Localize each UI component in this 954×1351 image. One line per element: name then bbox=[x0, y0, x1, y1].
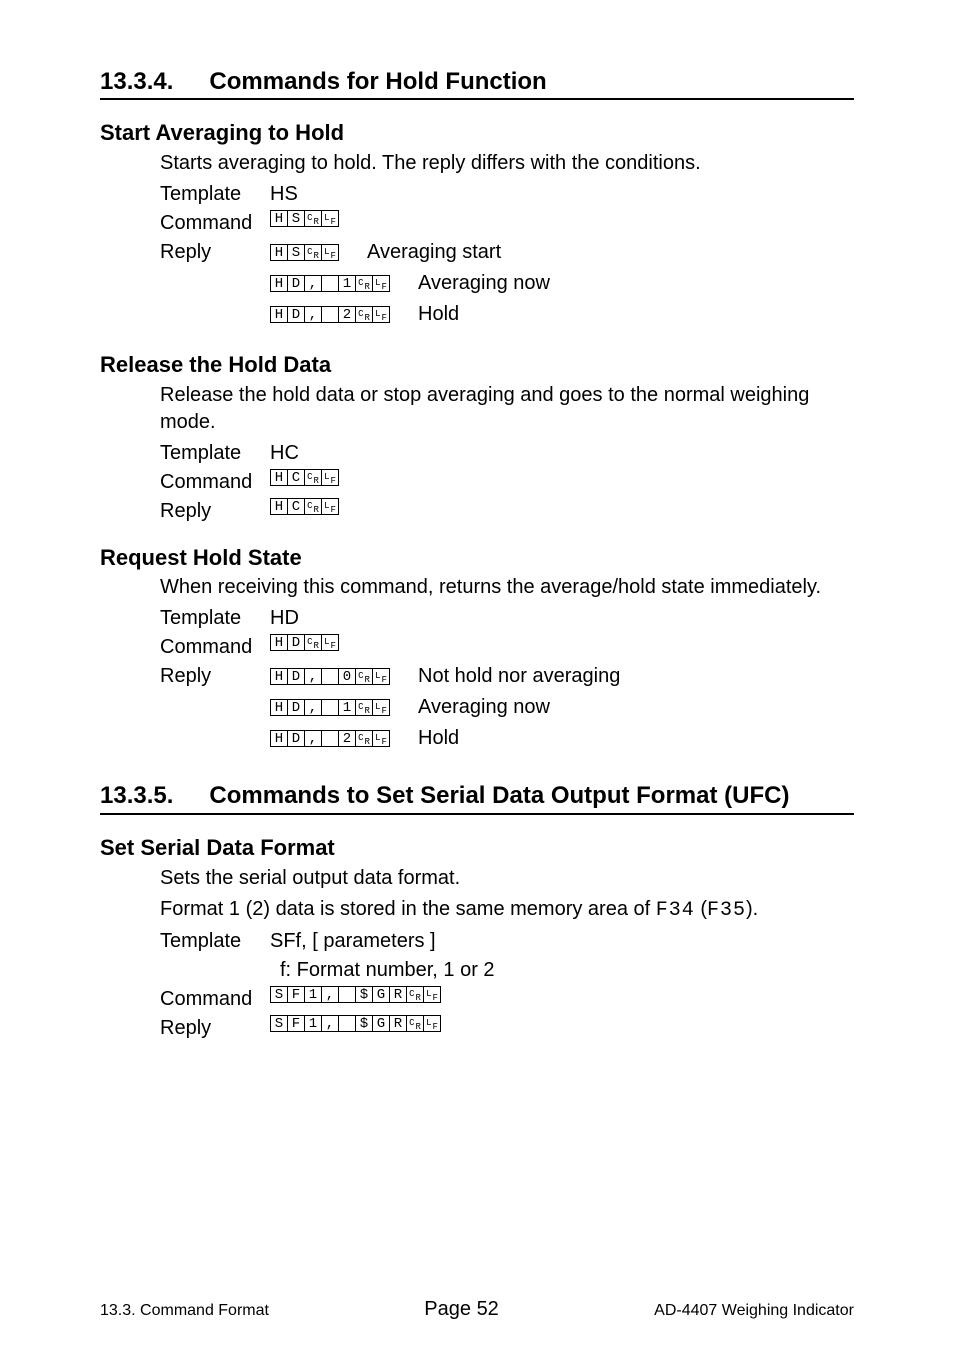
command-hc: HCCRLF bbox=[270, 469, 339, 486]
sub-request-hold-desc: When receiving this command, returns the… bbox=[160, 574, 854, 601]
template-row: Template HD bbox=[160, 605, 854, 632]
command-row: Command HCCRLF bbox=[160, 469, 854, 496]
sub-release-hold-desc: Release the hold data or stop averaging … bbox=[160, 382, 854, 436]
reply-hd1: HD, 1CRLF bbox=[270, 275, 390, 292]
command-label: Command bbox=[160, 469, 270, 496]
command-row: Command SF1, $GRCRLF bbox=[160, 986, 854, 1013]
footer-right: AD-4407 Weighing Indicator bbox=[654, 1300, 854, 1322]
command-sf1: SF1, $GRCRLF bbox=[270, 986, 441, 1003]
reply-hs: HSCRLF bbox=[270, 244, 339, 261]
reply-sf1: SF1, $GRCRLF bbox=[270, 1015, 441, 1032]
command-label: Command bbox=[160, 986, 270, 1013]
f35-code: F35 bbox=[707, 897, 746, 924]
section-13-3-4-head: 13.3.4. Commands for Hold Function bbox=[100, 66, 854, 100]
sub-request-hold-head: Request Hold State bbox=[100, 543, 854, 573]
command-label: Command bbox=[160, 634, 270, 661]
reply-hc: HCCRLF bbox=[270, 498, 339, 515]
footer-left: 13.3. Command Format bbox=[100, 1300, 269, 1322]
template-label: Template bbox=[160, 928, 270, 955]
sub-set-serial-desc2: Format 1 (2) data is stored in the same … bbox=[160, 896, 854, 924]
reply-note: Not hold nor averaging bbox=[418, 663, 620, 690]
template-note: f: Format number, 1 or 2 bbox=[280, 957, 495, 984]
command-label: Command bbox=[160, 210, 270, 237]
template-row: Template HC bbox=[160, 440, 854, 467]
command-hd: HDCRLF bbox=[270, 634, 339, 651]
reply-row: Reply HCCRLF bbox=[160, 498, 854, 525]
command-hs: HSCRLF bbox=[270, 210, 339, 227]
footer-page: Page 52 bbox=[424, 1296, 499, 1323]
template-label: Template bbox=[160, 181, 270, 208]
reply-note: Averaging now bbox=[418, 270, 550, 297]
section-13-3-5-head: 13.3.5. Commands to Set Serial Data Outp… bbox=[100, 780, 854, 814]
reply-label: Reply bbox=[160, 498, 270, 525]
template-label: Template bbox=[160, 605, 270, 632]
desc2-b: ( bbox=[695, 898, 707, 920]
template-row: Template HS bbox=[160, 181, 854, 208]
reply-label: Reply bbox=[160, 1015, 270, 1042]
section-title: Commands to Set Serial Data Output Forma… bbox=[209, 780, 789, 812]
reply-label: Reply bbox=[160, 239, 270, 266]
sub-start-averaging-head: Start Averaging to Hold bbox=[100, 118, 854, 148]
reply-note: Hold bbox=[418, 301, 459, 328]
reply-label: Reply bbox=[160, 663, 270, 690]
template-note-row: f: Format number, 1 or 2 bbox=[160, 957, 854, 984]
reply-hd0: HD, 0CRLF bbox=[270, 668, 390, 685]
template-label: Template bbox=[160, 440, 270, 467]
template-value: HD bbox=[270, 605, 299, 632]
reply-note: Averaging start bbox=[367, 239, 501, 266]
reply-hd2: HD, 2CRLF bbox=[270, 306, 390, 323]
sub-start-averaging-desc: Starts averaging to hold. The reply diff… bbox=[160, 150, 854, 177]
reply-row: Reply HSCRLF Averaging start HD, 1CRLF A… bbox=[160, 239, 854, 332]
template-value: SFf, [ parameters ] bbox=[270, 928, 436, 955]
page-footer: 13.3. Command Format Page 52 AD-4407 Wei… bbox=[100, 1296, 854, 1323]
reply-note: Hold bbox=[418, 725, 459, 752]
template-row: Template SFf, [ parameters ] bbox=[160, 928, 854, 955]
f34-code: F34 bbox=[656, 897, 695, 924]
reply-hd1: HD, 1CRLF bbox=[270, 699, 390, 716]
reply-hd2: HD, 2CRLF bbox=[270, 730, 390, 747]
desc2-c: ). bbox=[746, 898, 758, 920]
sub-release-hold-head: Release the Hold Data bbox=[100, 350, 854, 380]
reply-row: Reply SF1, $GRCRLF bbox=[160, 1015, 854, 1042]
section-title: Commands for Hold Function bbox=[209, 66, 546, 98]
section-number: 13.3.5. bbox=[100, 780, 173, 812]
template-value: HS bbox=[270, 181, 298, 208]
section-number: 13.3.4. bbox=[100, 66, 173, 98]
page: 13.3.4. Commands for Hold Function Start… bbox=[0, 0, 954, 1351]
reply-row: Reply HD, 0CRLF Not hold nor averaging H… bbox=[160, 663, 854, 756]
sub-set-serial-head: Set Serial Data Format bbox=[100, 833, 854, 863]
desc2-a: Format 1 (2) data is stored in the same … bbox=[160, 898, 656, 920]
command-row: Command HSCRLF bbox=[160, 210, 854, 237]
command-row: Command HDCRLF bbox=[160, 634, 854, 661]
reply-note: Averaging now bbox=[418, 694, 550, 721]
sub-set-serial-desc: Sets the serial output data format. bbox=[160, 865, 854, 892]
template-value: HC bbox=[270, 440, 299, 467]
